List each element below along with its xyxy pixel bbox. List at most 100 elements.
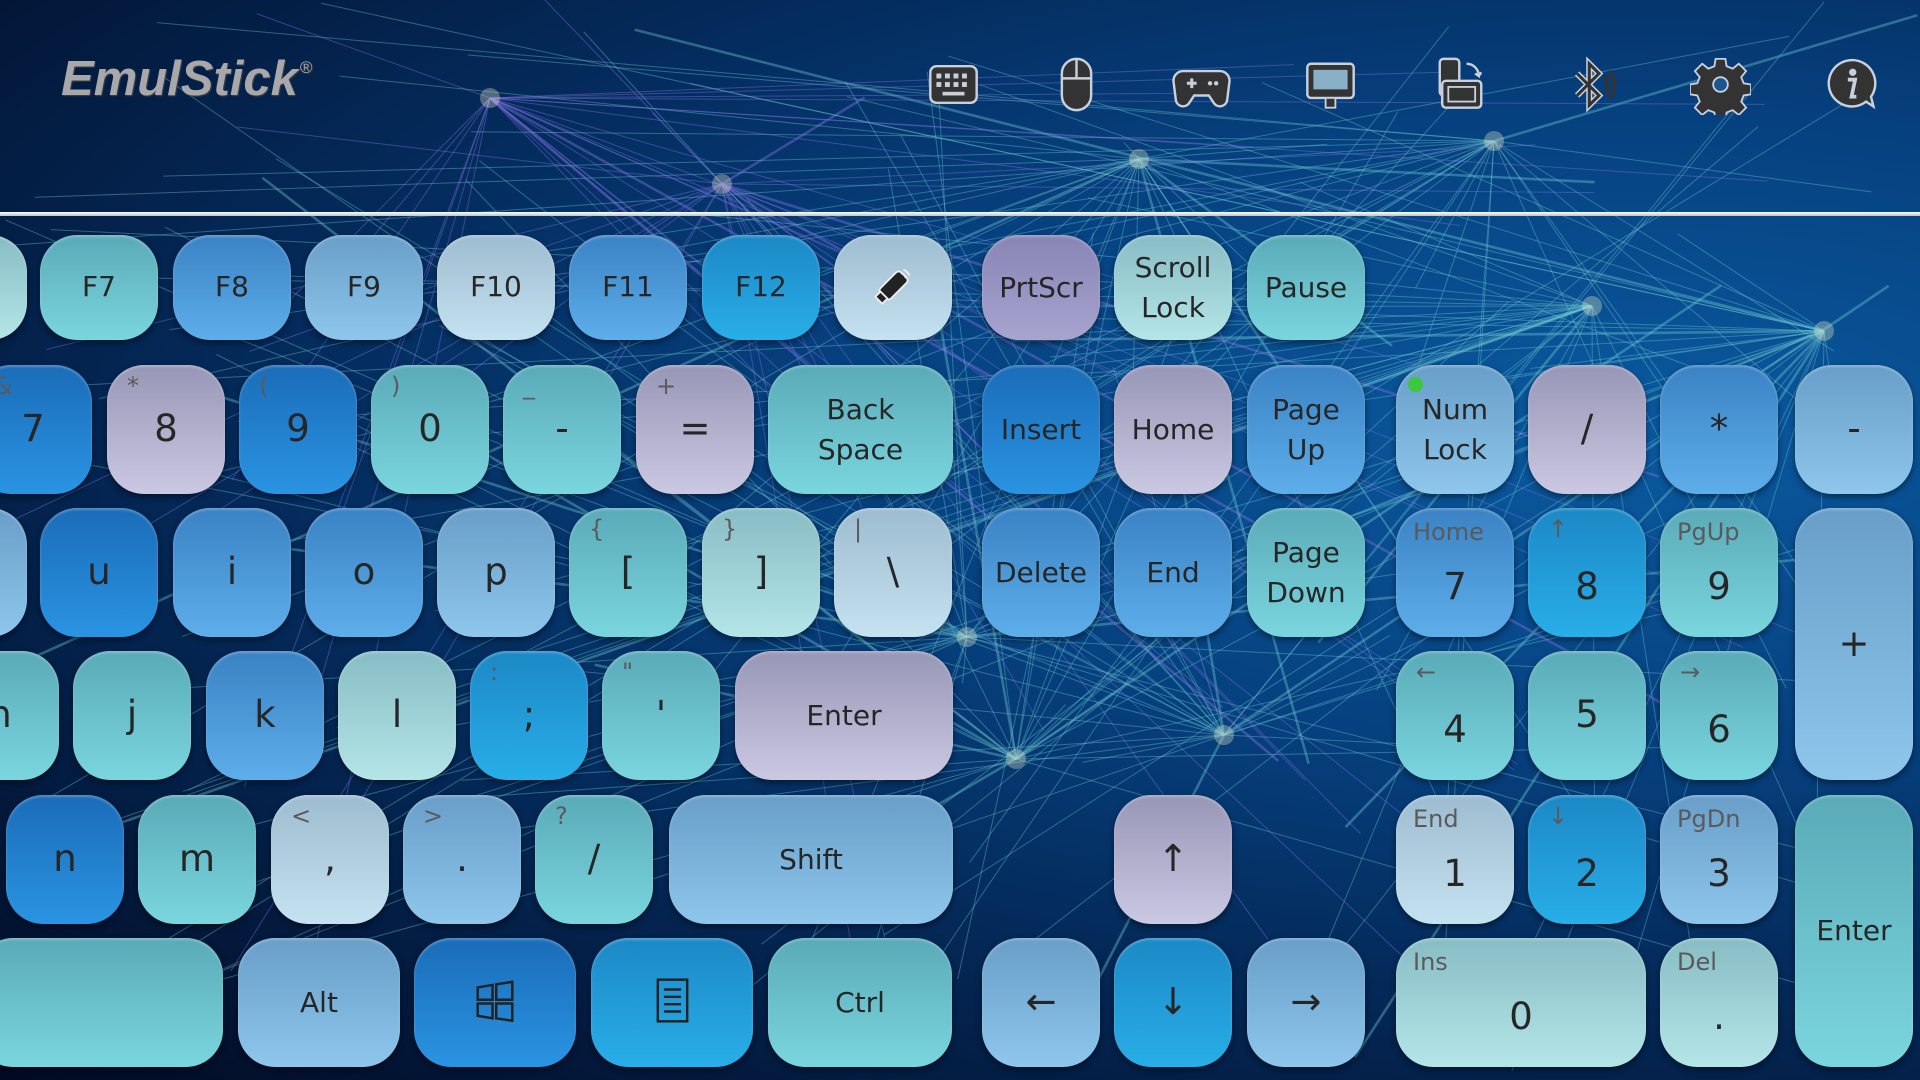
key-space[interactable] — [0, 938, 223, 1067]
gamepad-icon[interactable] — [1171, 54, 1232, 115]
key-np-divide[interactable]: / — [1528, 365, 1646, 494]
key-equal[interactable]: + = — [636, 365, 754, 494]
key-period[interactable]: >. — [403, 795, 521, 924]
key-0[interactable]: ) 0 — [371, 365, 489, 494]
key-np-9[interactable]: PgUp 9 — [1660, 508, 1778, 637]
key-label: n — [53, 837, 77, 881]
key-7[interactable]: &7 — [0, 365, 92, 494]
key-arrow-left[interactable]: ← — [982, 938, 1100, 1067]
key-np-add[interactable]: + — [1795, 508, 1913, 780]
key-u[interactable]: u — [40, 508, 158, 637]
key-shift-label: : — [490, 658, 499, 686]
key-prtscr[interactable]: PrtScr — [982, 235, 1100, 340]
key-np-subtract[interactable]: - — [1795, 365, 1913, 494]
key-shift[interactable]: Shift — [669, 795, 953, 924]
key-emulstick[interactable] — [834, 235, 952, 340]
key-label: Num Lock — [1422, 392, 1488, 466]
key-arrow-right[interactable]: → — [1247, 938, 1365, 1067]
key-label: 8 — [154, 407, 178, 451]
key-i[interactable]: i — [173, 508, 291, 637]
key-h[interactable]: h — [0, 651, 59, 780]
background-node — [957, 627, 977, 647]
key-np-2[interactable]: ↓ 2 — [1528, 795, 1646, 924]
key-quote[interactable]: " ' — [602, 651, 720, 780]
keyboard-icon[interactable] — [923, 54, 984, 115]
key-label: ; — [522, 693, 536, 737]
key-m[interactable]: m — [138, 795, 256, 924]
key-np-3[interactable]: PgDn 3 — [1660, 795, 1778, 924]
key-l[interactable]: l — [338, 651, 456, 780]
key-delete[interactable]: Delete — [982, 508, 1100, 637]
key-insert[interactable]: Insert — [982, 365, 1100, 494]
key-np-0[interactable]: Ins 0 — [1396, 938, 1646, 1067]
key-8[interactable]: * 8 — [107, 365, 225, 494]
key-windows[interactable] — [414, 938, 576, 1067]
key-label: m — [178, 837, 216, 881]
key-shift-label: _ — [523, 372, 535, 400]
key-np-decimal[interactable]: Del. — [1660, 938, 1778, 1067]
key-alt[interactable]: Alt — [238, 938, 400, 1067]
key-np-enter[interactable]: Enter — [1795, 795, 1913, 1067]
key-shift-label: PgUp — [1677, 518, 1740, 546]
key-f9[interactable]: F9 — [305, 235, 423, 340]
key-pause[interactable]: Pause — [1247, 235, 1365, 340]
key-np-8[interactable]: ↑ 8 — [1528, 508, 1646, 637]
mouse-icon[interactable] — [1046, 54, 1107, 115]
rotate-device-icon[interactable] — [1430, 54, 1491, 115]
key-p[interactable]: p — [437, 508, 555, 637]
background-line — [1138, 157, 1595, 184]
key-np-multiply[interactable]: * — [1660, 365, 1778, 494]
key-n[interactable]: n — [6, 795, 124, 924]
key-lbracket[interactable]: {[ — [569, 508, 687, 637]
monitor-icon[interactable] — [1300, 54, 1361, 115]
key-f8[interactable]: F8 — [173, 235, 291, 340]
key-ctrl[interactable]: Ctrl — [768, 938, 952, 1067]
key-home[interactable]: Home — [1114, 365, 1232, 494]
key-shift-label: ↑ — [1548, 515, 1569, 543]
key-pagedown[interactable]: Page Down — [1247, 508, 1365, 637]
background-line — [1493, 140, 1872, 193]
key-f11[interactable]: F11 — [569, 235, 687, 340]
key-menu[interactable] — [591, 938, 753, 1067]
key-slash[interactable]: ? / — [535, 795, 653, 924]
key-comma[interactable]: <, — [271, 795, 389, 924]
key-enter[interactable]: Enter — [735, 651, 953, 780]
key-label: Delete — [995, 555, 1087, 589]
key-np-1[interactable]: End 1 — [1396, 795, 1514, 924]
key-f10[interactable]: F10 — [437, 235, 555, 340]
key-o[interactable]: o — [305, 508, 423, 637]
key-np-7[interactable]: Home 7 — [1396, 508, 1514, 637]
key-np-4[interactable]: ← 4 — [1396, 651, 1514, 780]
bluetooth-icon[interactable] — [1560, 54, 1621, 115]
key-rbracket[interactable]: }] — [702, 508, 820, 637]
key-scrolllock[interactable]: Scroll Lock — [1114, 235, 1232, 340]
key-label: F7 — [82, 270, 116, 304]
key-arrow-down[interactable]: ↓ — [1114, 938, 1232, 1067]
key-label: 7 — [21, 407, 45, 451]
key-label: Page Up — [1272, 392, 1340, 466]
gear-icon[interactable] — [1689, 54, 1752, 121]
key-pageup[interactable]: Page Up — [1247, 365, 1365, 494]
key-backspace[interactable]: Back Space — [768, 365, 953, 494]
key-np-5[interactable]: 5 — [1528, 651, 1646, 780]
key-shift-label: PgDn — [1677, 805, 1741, 833]
key-label: PrtScr — [999, 270, 1083, 304]
key-label: 8 — [1575, 564, 1599, 608]
key-9[interactable]: (9 — [239, 365, 357, 494]
key-end[interactable]: End — [1114, 508, 1232, 637]
key-label: i — [226, 550, 238, 594]
key-j[interactable]: j — [73, 651, 191, 780]
key-numlock[interactable]: Num Lock — [1396, 365, 1514, 494]
key-np-6[interactable]: → 6 — [1660, 651, 1778, 780]
key-shift-label: } — [722, 515, 738, 543]
key-minus[interactable]: _ - — [503, 365, 621, 494]
key-f12[interactable]: F12 — [702, 235, 820, 340]
key-backslash[interactable]: | \ — [834, 508, 952, 637]
key-f7[interactable]: F7 — [40, 235, 158, 340]
key-k[interactable]: k — [206, 651, 324, 780]
key-arrow-up[interactable]: ↑ — [1114, 795, 1232, 924]
info-icon[interactable] — [1821, 54, 1882, 115]
key-semicolon[interactable]: :; — [470, 651, 588, 780]
key-shift-label: < — [291, 802, 312, 830]
key-shift-label: → — [1680, 658, 1701, 686]
